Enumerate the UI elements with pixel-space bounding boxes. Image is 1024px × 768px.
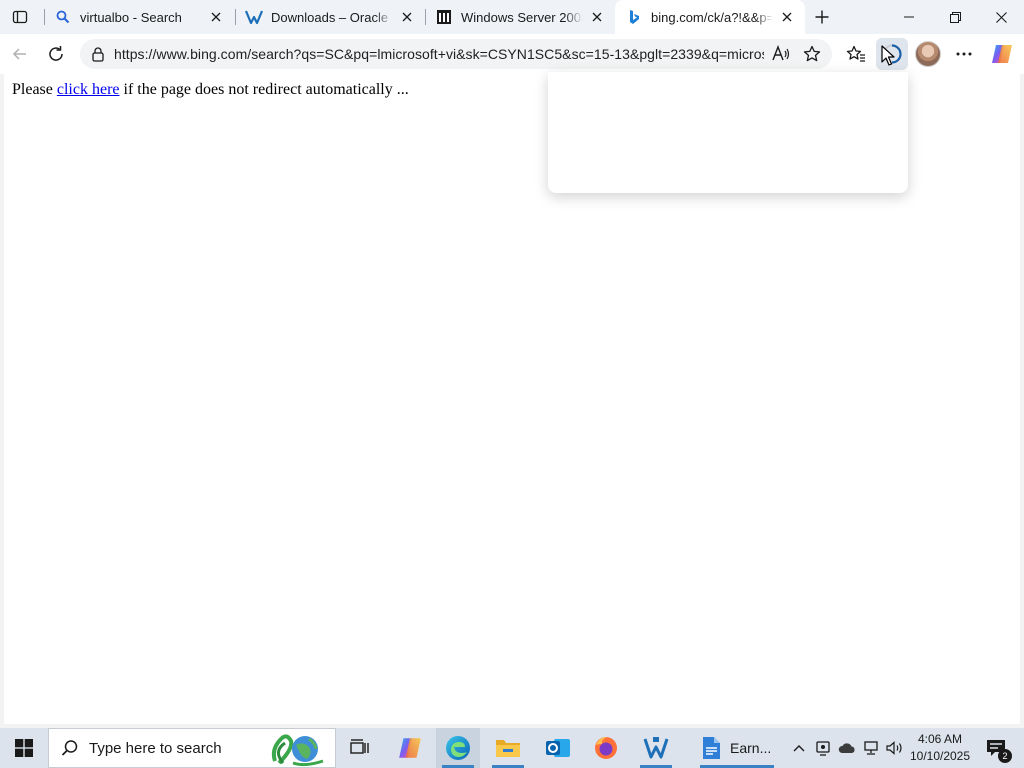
webcam-icon: [816, 741, 830, 756]
arrow-left-icon: [12, 48, 26, 60]
show-hidden-icons-button[interactable]: [788, 728, 810, 768]
earn-taskbar-button[interactable]: Earn...: [694, 728, 780, 768]
restore-icon: [949, 11, 961, 23]
tab-virtualbo-search[interactable]: virtualbo - Search: [44, 0, 234, 34]
tab-bing-redirect[interactable]: bing.com/ck/a?!&&p=0: [615, 0, 805, 34]
task-view-icon: [350, 739, 369, 754]
tab-windows-server[interactable]: Windows Server 2008 R2: [425, 0, 615, 34]
outlook-taskbar-button[interactable]: [536, 728, 580, 768]
folder-icon: [496, 740, 520, 757]
document-icon: [703, 737, 720, 759]
bing-icon: [625, 8, 643, 26]
virtualbox-taskbar-button[interactable]: [634, 728, 678, 768]
tab-strip: virtualbo - Search Downloads – Oracle Vi…: [0, 0, 1024, 34]
settings-more-button[interactable]: [948, 38, 980, 70]
tab-actions-icon: [12, 10, 28, 24]
address-bar[interactable]: https://www.bing.com/search?qs=SC&pq=lmi…: [80, 39, 832, 69]
refresh-icon: [49, 46, 63, 61]
read-aloud-icon: [772, 45, 790, 61]
tab-title: bing.com/ck/a?!&&p=0: [651, 9, 773, 25]
clock-time: 4:06 AM: [917, 732, 963, 746]
new-tab-button[interactable]: [808, 3, 836, 31]
start-button[interactable]: [0, 728, 48, 768]
notification-center-button[interactable]: 2: [978, 728, 1014, 768]
plus-icon: [815, 10, 829, 24]
close-icon: [995, 11, 1007, 23]
redirect-text-after: if the page does not redirect automatica…: [119, 81, 409, 98]
profile-avatar[interactable]: [915, 41, 941, 67]
redirect-message: Please click here if the page does not r…: [12, 81, 409, 99]
minimize-icon: [904, 16, 914, 18]
more-icon: [956, 52, 972, 56]
search-icon: [61, 740, 78, 756]
earn-label: Earn...: [730, 740, 772, 756]
favorites-icon: [846, 45, 865, 62]
volume-tray-icon[interactable]: [884, 728, 906, 768]
back-button[interactable]: [4, 38, 36, 70]
tab-close-icon[interactable]: [397, 7, 417, 27]
clock[interactable]: 4:06 AM 10/10/2025: [906, 731, 974, 765]
favorites-button[interactable]: [840, 38, 872, 70]
copilot-icon: [992, 45, 1012, 63]
browser-toolbar: https://www.bing.com/search?qs=SC&pq=lmi…: [0, 34, 1024, 74]
tab-close-icon[interactable]: [777, 7, 797, 27]
tab-close-icon[interactable]: [206, 7, 226, 27]
virtualbox-icon: [245, 8, 263, 26]
onedrive-tray-icon[interactable]: [836, 728, 858, 768]
tab-title: Windows Server 2008 R2: [461, 9, 583, 25]
search-placeholder: Type here to search: [89, 739, 222, 757]
copilot-icon: [399, 738, 421, 758]
speaker-icon: [886, 741, 902, 755]
star-icon: [803, 45, 821, 62]
site-info-icon[interactable]: [88, 44, 108, 64]
click-here-link[interactable]: click here: [57, 81, 120, 98]
tab-title: Downloads – Oracle VirtualBox: [271, 9, 393, 25]
restore-button[interactable]: [932, 0, 978, 34]
network-tray-icon[interactable]: [860, 728, 882, 768]
downloads-flyout: [548, 72, 908, 193]
refresh-button[interactable]: [40, 38, 72, 70]
favorite-button[interactable]: [800, 42, 824, 66]
tab-close-icon[interactable]: [587, 7, 607, 27]
task-view-button[interactable]: [338, 728, 382, 768]
clock-date: 10/10/2025: [909, 749, 971, 763]
chevron-up-icon: [793, 745, 805, 752]
close-window-button[interactable]: [978, 0, 1024, 34]
taskbar: Type here to search Earn... 4:06 AM 10/1…: [0, 728, 1024, 768]
taskbar-search-box[interactable]: Type here to search: [48, 728, 336, 768]
edge-taskbar-button[interactable]: [436, 728, 480, 768]
windows-logo-icon: [15, 739, 33, 757]
mouse-cursor-icon: [881, 45, 895, 66]
copilot-taskbar-button[interactable]: [388, 728, 432, 768]
awareness-ribbon-icon: [271, 734, 324, 767]
minimize-button[interactable]: [886, 0, 932, 34]
search-icon: [54, 8, 72, 26]
edge-icon: [446, 736, 470, 760]
firefox-taskbar-button[interactable]: [584, 728, 628, 768]
redirect-text-before: Please: [12, 81, 57, 98]
tab-title: virtualbo - Search: [80, 9, 182, 25]
firefox-icon: [595, 737, 617, 759]
tab-virtualbox-downloads[interactable]: Downloads – Oracle VirtualBox: [235, 0, 425, 34]
outlook-icon: [546, 739, 570, 757]
read-aloud-button[interactable]: [769, 42, 793, 66]
notification-count-badge: 2: [998, 749, 1012, 763]
cloud-icon: [838, 743, 855, 753]
file-explorer-taskbar-button[interactable]: [486, 728, 530, 768]
archive-icon: [435, 8, 453, 26]
copilot-button[interactable]: [986, 38, 1018, 70]
network-icon: [864, 741, 878, 755]
tab-actions-button[interactable]: [0, 0, 40, 34]
url-text[interactable]: https://www.bing.com/search?qs=SC&pq=lmi…: [114, 46, 764, 62]
meet-now-tray-icon[interactable]: [812, 728, 834, 768]
virtualbox-icon: [643, 737, 669, 759]
